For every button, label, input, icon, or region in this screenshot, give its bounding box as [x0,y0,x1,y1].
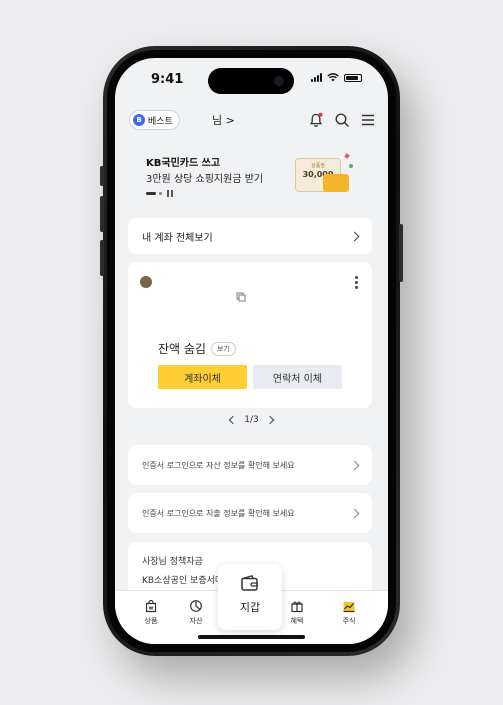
bank-logo-icon [140,276,152,288]
balance-row: 잔액 숨김 보기 [158,340,236,357]
wifi-icon [327,73,339,82]
tab-stocks[interactable]: 주식 [329,599,369,626]
home-indicator [198,635,305,639]
pager-text: 1/3 [244,415,259,425]
tab-wallet-label: 지갑 [239,601,261,614]
tab-stocks-label: 주식 [342,617,356,625]
chevron-left-icon[interactable] [229,415,238,425]
more-options-icon[interactable] [355,276,358,289]
grade-letter: B [133,114,145,126]
grade-label: 베스트 [148,116,173,127]
promo-banner[interactable]: KB국민카드 쓰고 3만원 상당 쇼핑지원금 받기 상품권 30,000 [115,150,388,210]
tab-assets-label: 자산 [189,617,203,625]
tab-products[interactable]: 상품 [131,599,171,626]
show-balance-button[interactable]: 보기 [210,341,236,356]
stock-chart-icon [343,602,355,613]
bell-icon[interactable] [308,112,324,128]
username-link[interactable]: 님 > [212,112,235,128]
tab-products-label: 상품 [144,617,158,625]
pause-icon[interactable] [167,190,173,197]
chevron-right-icon [349,231,360,241]
tab-benefits[interactable]: 혜택 [277,599,317,626]
chevron-right-icon[interactable] [265,415,274,425]
phone-mute-switch [100,166,104,186]
tab-assets[interactable]: 자산 [176,599,216,626]
phone-power-button [399,224,403,282]
app-header: B 베스트 님 > [115,108,388,134]
policy-fund-desc: KB소상공인 보증서대 [142,576,224,586]
battery-icon [344,73,362,82]
contact-transfer-button[interactable]: 연락처 이체 [253,365,342,389]
account-pager: 1/3 [115,415,388,425]
pie-chart-icon [190,600,202,612]
gift-card-label: 상품권 [311,163,325,169]
banner-indicator [146,190,173,197]
balance-hidden-text: 잔액 숨김 [158,342,206,356]
tab-benefits-label: 혜택 [290,617,304,625]
gift-card-illustration: 상품권 30,000 [295,152,353,196]
spending-login-prompt[interactable]: 인증서 로그인으로 지출 정보를 확인해 보세요 [128,493,372,533]
account-card: 잔액 숨김 보기 계좌이체 연락처 이체 [128,262,372,408]
transfer-button[interactable]: 계좌이체 [158,365,247,389]
shopping-bag-icon [145,599,157,613]
asset-login-prompt[interactable]: 인증서 로그인으로 자산 정보를 확인해 보세요 [128,445,372,485]
app-screen: 9:41 B 베스트 님 > KB국민카드 쓰고 3만원 상당 쇼핑지원금 받기… [115,58,388,644]
all-accounts-label: 내 계좌 전체보기 [142,232,213,244]
dynamic-island [208,68,294,94]
chevron-right-icon [349,508,360,518]
grade-badge[interactable]: B 베스트 [129,110,180,130]
signal-icon [311,73,322,82]
banner-title: KB국민카드 쓰고 [146,158,221,169]
tab-wallet[interactable]: 지갑 [218,564,282,630]
policy-fund-title: 사장님 정책자금 [142,557,203,567]
menu-icon[interactable] [360,112,376,128]
all-accounts-link[interactable]: 내 계좌 전체보기 [128,218,372,254]
gift-icon [291,601,303,613]
status-time: 9:41 [151,72,184,87]
wallet-icon [241,575,258,591]
spending-login-text: 인증서 로그인으로 지출 정보를 확인해 보세요 [142,508,295,518]
chevron-right-icon [349,460,360,470]
copy-icon[interactable] [236,292,246,302]
status-icons [311,73,362,82]
phone-volume-down [100,240,104,276]
banner-subtitle: 3만원 상당 쇼핑지원금 받기 [146,174,264,185]
asset-login-text: 인증서 로그인으로 자산 정보를 확인해 보세요 [142,460,295,470]
header-actions [308,112,376,128]
search-icon[interactable] [334,112,350,128]
phone-volume-up [100,196,104,232]
